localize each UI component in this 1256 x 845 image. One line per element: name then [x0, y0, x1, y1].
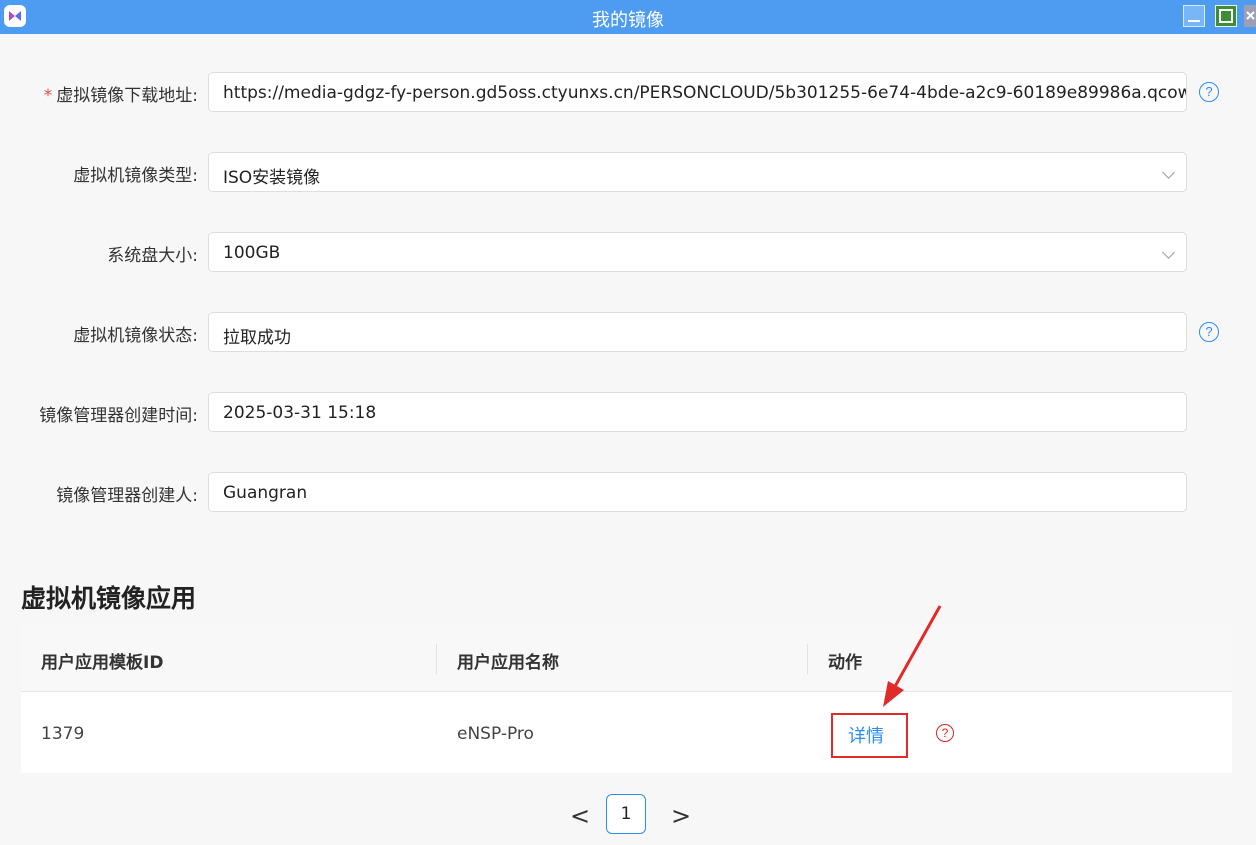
field-label: 镜像管理器创建人:: [56, 486, 198, 506]
title-bar: 我的镜像: [0, 0, 1256, 34]
form-row-download-url: * 虚拟镜像下载地址: https://media-gdgz-fy-person.…: [0, 72, 1256, 112]
chevron-down-icon: [1162, 246, 1175, 259]
image-type-value: ISO安装镜像: [223, 168, 321, 188]
pagination-page-1[interactable]: 1: [606, 794, 646, 834]
form-row-image-status: 虚拟机镜像状态: 拉取成功 ?: [0, 312, 1256, 352]
question-circle-icon[interactable]: ?: [1199, 82, 1219, 102]
window-title: 我的镜像: [592, 10, 664, 31]
column-header: 用户应用模板ID: [41, 653, 164, 673]
chevron-down-icon: [1162, 166, 1175, 179]
field-label: 虚拟机镜像状态:: [73, 326, 198, 346]
field-label: 虚拟机镜像类型:: [73, 166, 198, 186]
field-label: 系统盘大小:: [107, 246, 198, 266]
app-name-cell: eNSP-Pro: [457, 724, 534, 744]
column-header: 动作: [828, 653, 862, 673]
disk-size-select[interactable]: 100GB: [208, 232, 1187, 272]
field-label: 镜像管理器创建时间:: [39, 406, 198, 426]
form-row-created-time: 镜像管理器创建时间: 2025-03-31 15:18: [0, 392, 1256, 432]
template-id-cell: 1379: [41, 724, 85, 744]
minimize-icon[interactable]: [1183, 5, 1205, 27]
question-circle-icon[interactable]: ?: [936, 724, 954, 742]
apps-table: 用户应用模板ID 用户应用名称 动作 1379 eNSP-Pro 详情 ?: [21, 625, 1232, 773]
question-circle-icon[interactable]: ?: [1199, 322, 1219, 342]
column-header: 用户应用名称: [457, 653, 559, 673]
required-marker: *: [43, 86, 53, 106]
creator-field[interactable]: Guangran: [208, 472, 1187, 512]
download-url-field[interactable]: https://media-gdgz-fy-person.gd5oss.ctyu…: [208, 72, 1187, 112]
column-divider: [436, 644, 437, 674]
created-time-field[interactable]: 2025-03-31 15:18: [208, 392, 1187, 432]
field-label: * 虚拟镜像下载地址:: [43, 86, 198, 106]
column-divider: [807, 644, 808, 674]
pagination-prev-button[interactable]: <: [570, 802, 590, 830]
image-type-select[interactable]: ISO安装镜像: [208, 152, 1187, 192]
maximize-icon[interactable]: [1215, 5, 1237, 27]
disk-size-value: 100GB: [223, 243, 281, 263]
image-status-field[interactable]: 拉取成功: [208, 312, 1187, 352]
form-row-disk-size: 系统盘大小: 100GB: [0, 232, 1256, 272]
close-icon[interactable]: [1244, 5, 1256, 27]
form-row-image-type: 虚拟机镜像类型: ISO安装镜像: [0, 152, 1256, 192]
form-row-creator: 镜像管理器创建人: Guangran: [0, 472, 1256, 512]
table-header: 用户应用模板ID 用户应用名称 动作: [21, 625, 1232, 692]
annotation-highlight-box: [831, 713, 908, 758]
section-title: 虚拟机镜像应用: [21, 584, 197, 613]
pagination-next-button[interactable]: >: [671, 802, 691, 830]
